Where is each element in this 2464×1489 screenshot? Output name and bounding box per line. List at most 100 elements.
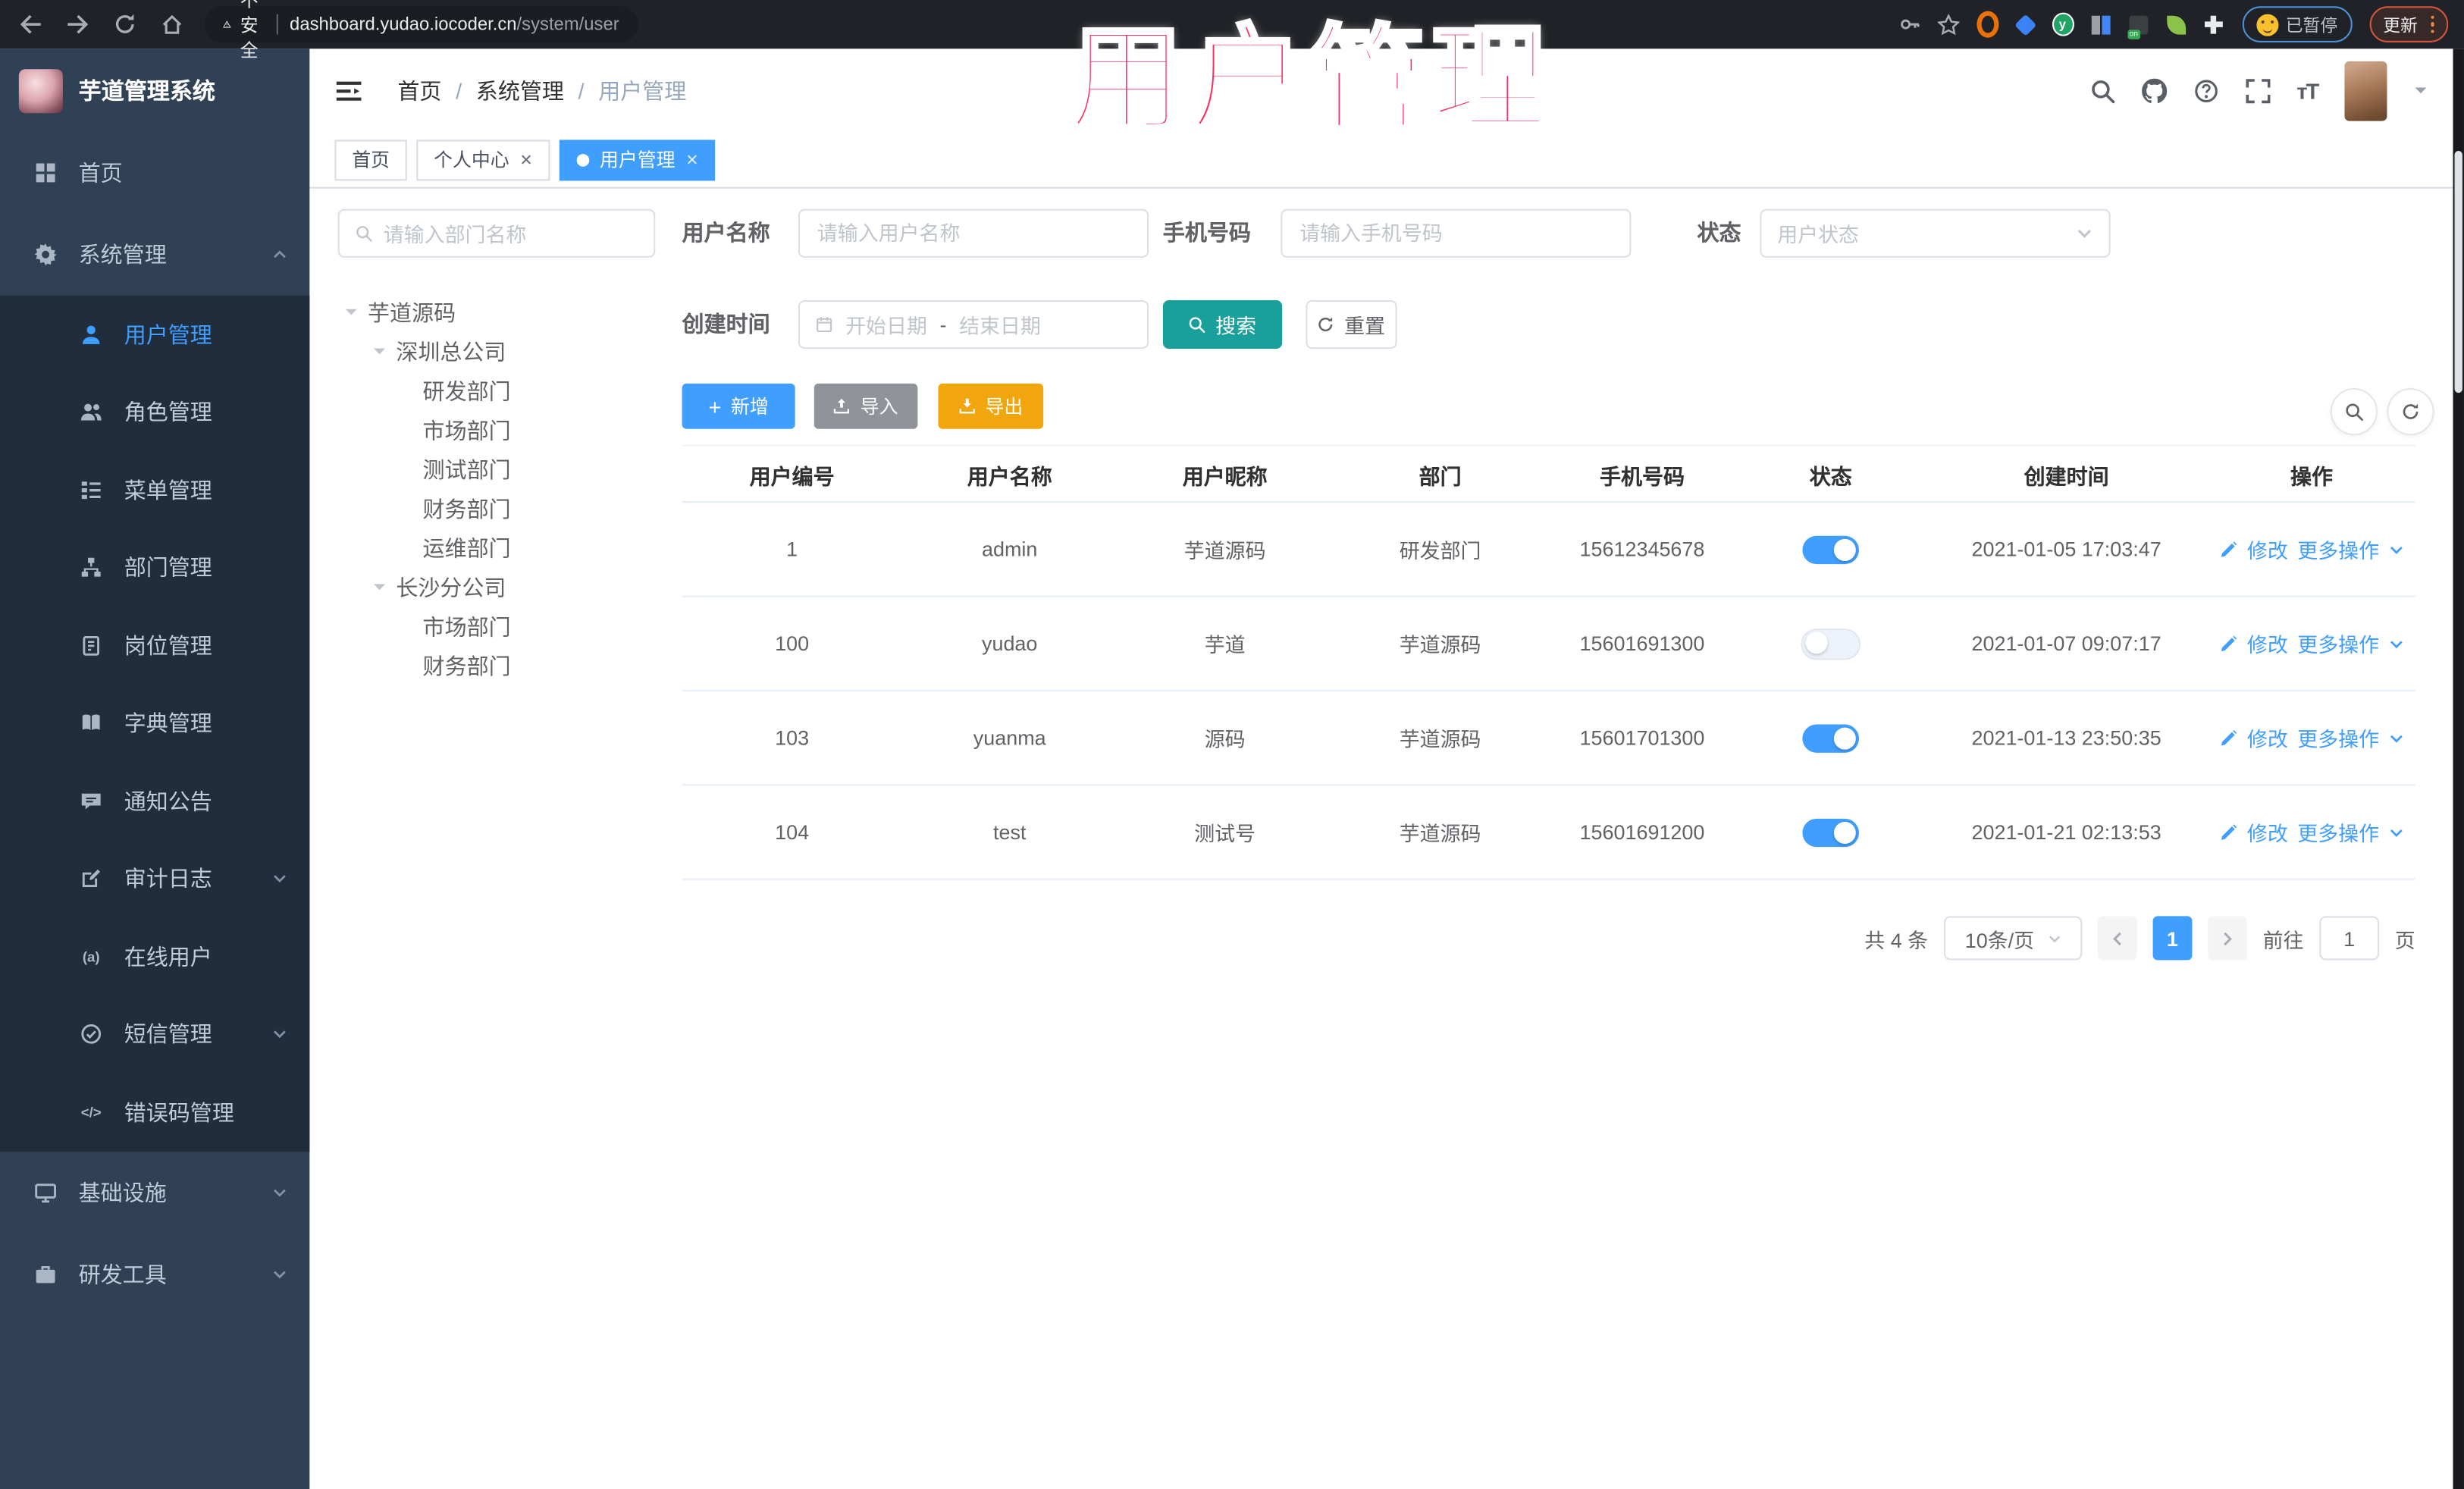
caret-down-icon[interactable] <box>372 580 388 594</box>
sidebar-item[interactable]: 部门管理 <box>0 528 310 607</box>
edit-link[interactable]: 修改 <box>2247 723 2288 752</box>
created-daterange-picker[interactable]: 开始日期 - 结束日期 <box>798 299 1149 350</box>
tree-node[interactable]: 深圳总公司 <box>338 331 668 371</box>
browser-forward-icon[interactable] <box>66 13 89 36</box>
search-button[interactable]: 搜索 <box>1162 299 1283 350</box>
tree-node-label: 运维部门 <box>422 534 511 560</box>
sidebar-item[interactable]: 基础设施 <box>0 1151 309 1233</box>
tree-node[interactable]: 市场部门 <box>338 410 668 450</box>
prev-page-button[interactable] <box>2097 916 2137 961</box>
sidebar-item[interactable]: 字典管理 <box>0 684 310 763</box>
password-key-icon[interactable] <box>1899 14 1920 35</box>
mobile-input[interactable] <box>1281 208 1632 258</box>
next-page-button[interactable] <box>2208 916 2247 961</box>
extension-green-circle[interactable]: y <box>2051 12 2074 36</box>
more-actions-link[interactable]: 更多操作 <box>2297 723 2379 752</box>
sidebar-item[interactable]: </> 错误码管理 <box>0 1073 310 1152</box>
close-tab-icon[interactable]: × <box>686 149 698 170</box>
browser-menu-kebab-icon[interactable] <box>2430 15 2434 34</box>
dept-search-input[interactable]: 请输入部门名称 <box>337 208 656 258</box>
browser-home-icon[interactable] <box>160 13 183 36</box>
sidebar-item[interactable]: 岗位管理 <box>0 607 310 685</box>
tree-node[interactable]: 芋道源码 <box>338 293 668 332</box>
avatar-caret-down-icon[interactable] <box>2414 83 2428 98</box>
tree-node[interactable]: 运维部门 <box>338 528 668 567</box>
reset-button[interactable]: 重置 <box>1306 299 1397 350</box>
current-page-button[interactable]: 1 <box>2152 916 2193 961</box>
extension-dark-on[interactable]: on <box>2127 14 2149 39</box>
sidebar-item-label: 错误码管理 <box>124 1099 234 1125</box>
goto-label: 前往 <box>2262 927 2304 952</box>
browser-reload-icon[interactable] <box>113 13 136 36</box>
page-scrollbar[interactable] <box>2453 49 2464 1489</box>
scrollbar-thumb[interactable] <box>2454 150 2462 393</box>
sidebar-item[interactable]: 通知公告 <box>0 762 310 840</box>
extension-orange-ring[interactable] <box>1976 11 1998 38</box>
sidebar-item[interactable]: 用户管理 <box>0 295 310 374</box>
briefcase-icon <box>33 1262 58 1284</box>
sidebar-item[interactable]: 研发工具 <box>0 1233 309 1315</box>
refresh-table-button[interactable] <box>2387 387 2434 436</box>
github-icon[interactable] <box>2141 78 2166 103</box>
status-toggle[interactable] <box>1802 534 1860 564</box>
export-button[interactable]: 导出 <box>938 383 1044 429</box>
caret-down-icon[interactable] <box>344 305 360 319</box>
sidebar-item[interactable]: 菜单管理 <box>0 450 310 529</box>
tab-首页[interactable]: 首页 <box>334 139 407 180</box>
goto-page-input[interactable] <box>2319 916 2380 961</box>
status-toggle[interactable] <box>1802 723 1860 752</box>
font-size-icon[interactable]: тT <box>2296 78 2319 103</box>
close-tab-icon[interactable]: × <box>520 149 532 170</box>
show-search-toggle-button[interactable] <box>2330 387 2378 436</box>
tree-node[interactable]: 长沙分公司 <box>338 567 668 607</box>
sidebar-item-label: 菜单管理 <box>124 477 212 503</box>
sidebar-item[interactable]: 短信管理 <box>0 995 310 1074</box>
edit-link[interactable]: 修改 <box>2247 817 2288 847</box>
tree-node[interactable]: 财务部门 <box>338 489 668 528</box>
status-toggle[interactable] <box>1802 817 1860 847</box>
more-actions-link[interactable]: 更多操作 <box>2297 534 2379 564</box>
url-path: /system/user <box>516 14 619 34</box>
page-size-select[interactable]: 10条/页 <box>1943 916 2083 961</box>
url-bar[interactable]: 不安全 dashboard.yudao.iocoder.cn/system/us… <box>204 0 638 61</box>
status-select[interactable]: 用户状态 <box>1760 208 2111 258</box>
username-input[interactable] <box>798 208 1149 258</box>
more-actions-link[interactable]: 更多操作 <box>2297 629 2379 658</box>
profile-paused-pill[interactable]: 已暂停 <box>2241 6 2352 42</box>
edit-link[interactable]: 修改 <box>2247 629 2288 658</box>
fullscreen-icon[interactable] <box>2245 78 2270 103</box>
tree-node[interactable]: 市场部门 <box>338 607 668 646</box>
tree-node[interactable]: 测试部门 <box>338 450 668 489</box>
bookmark-star-icon[interactable] <box>1937 14 1959 36</box>
extension-puzzle[interactable] <box>2202 14 2224 36</box>
user-avatar[interactable] <box>2344 60 2387 121</box>
browser-update-button[interactable]: 更新 <box>2368 6 2449 42</box>
sidebar-item[interactable]: 首页 <box>0 132 309 214</box>
header-search-icon[interactable] <box>2089 78 2114 103</box>
sidebar-item[interactable]: 角色管理 <box>0 373 310 451</box>
column-header: 用户昵称 <box>1182 464 1268 488</box>
sidebar-item[interactable]: 系统管理 <box>0 214 309 296</box>
tree-node[interactable]: 研发部门 <box>338 371 668 410</box>
sidebar-item[interactable]: (a) 在线用户 <box>0 917 310 996</box>
breadcrumb-home[interactable]: 首页 <box>397 74 441 105</box>
help-icon[interactable] <box>2193 78 2218 103</box>
collapse-sidebar-icon[interactable] <box>334 78 362 103</box>
extension-blue-gem[interactable] <box>2014 13 2036 36</box>
status-toggle[interactable] <box>1801 628 1861 660</box>
sidebar-item-label: 系统管理 <box>78 242 167 268</box>
extension-leaf[interactable] <box>2165 14 2187 36</box>
extension-grid[interactable] <box>2089 14 2111 36</box>
edit-link[interactable]: 修改 <box>2247 534 2288 564</box>
import-button[interactable]: 导入 <box>813 383 918 429</box>
sidebar-item[interactable]: 审计日志 <box>0 839 310 918</box>
more-actions-link[interactable]: 更多操作 <box>2297 817 2379 847</box>
cell-username: yudao <box>981 632 1038 656</box>
breadcrumb-system[interactable]: 系统管理 <box>476 74 564 105</box>
browser-back-icon[interactable] <box>19 13 42 36</box>
tree-node[interactable]: 财务部门 <box>338 646 668 685</box>
tab-用户管理[interactable]: 用户管理 × <box>559 139 716 180</box>
add-user-button[interactable]: + 新增 <box>682 383 795 429</box>
caret-down-icon[interactable] <box>372 344 388 359</box>
tab-个人中心[interactable]: 个人中心 × <box>416 139 550 180</box>
